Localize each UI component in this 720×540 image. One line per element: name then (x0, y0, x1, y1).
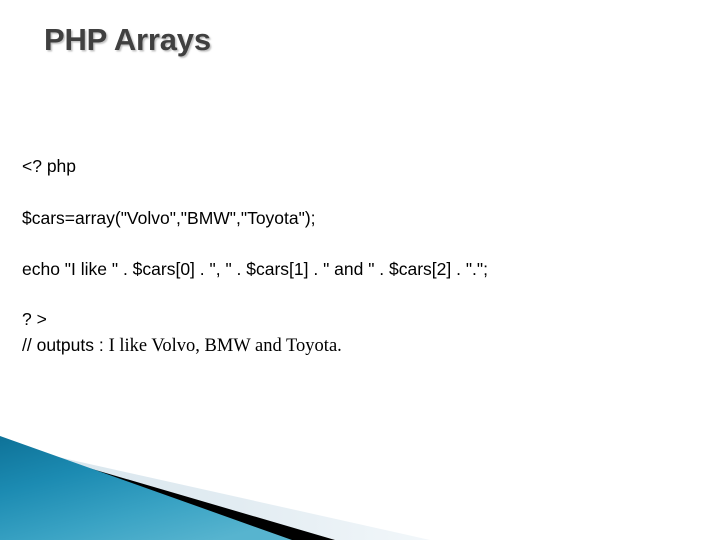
comment-output-text: I like Volvo, BMW and Toyota. (108, 336, 342, 356)
slide: PHP Arrays <? php $cars=array("Volvo","B… (0, 0, 720, 540)
code-body: <? php $cars=array("Volvo","BMW","Toyota… (22, 156, 720, 356)
comment-prefix: // outputs : (22, 335, 109, 355)
code-line-array-declaration: $cars=array("Volvo","BMW","Toyota"); (22, 207, 316, 228)
bottom-decoration (0, 430, 720, 540)
code-line-close-tag: ? > (22, 308, 47, 329)
code-line-comment: // outputs : I like Volvo, BMW and Toyot… (22, 335, 720, 356)
decoration-black-band (0, 442, 335, 540)
decoration-teal-band (0, 436, 292, 540)
page-title: PHP Arrays (44, 22, 211, 57)
decoration-bands (0, 436, 430, 540)
code-line-echo: echo "I like " . $cars[0] . ", " . $cars… (22, 259, 488, 279)
decoration-pale-band (0, 444, 430, 540)
code-line-open-tag: <? php (22, 156, 77, 176)
